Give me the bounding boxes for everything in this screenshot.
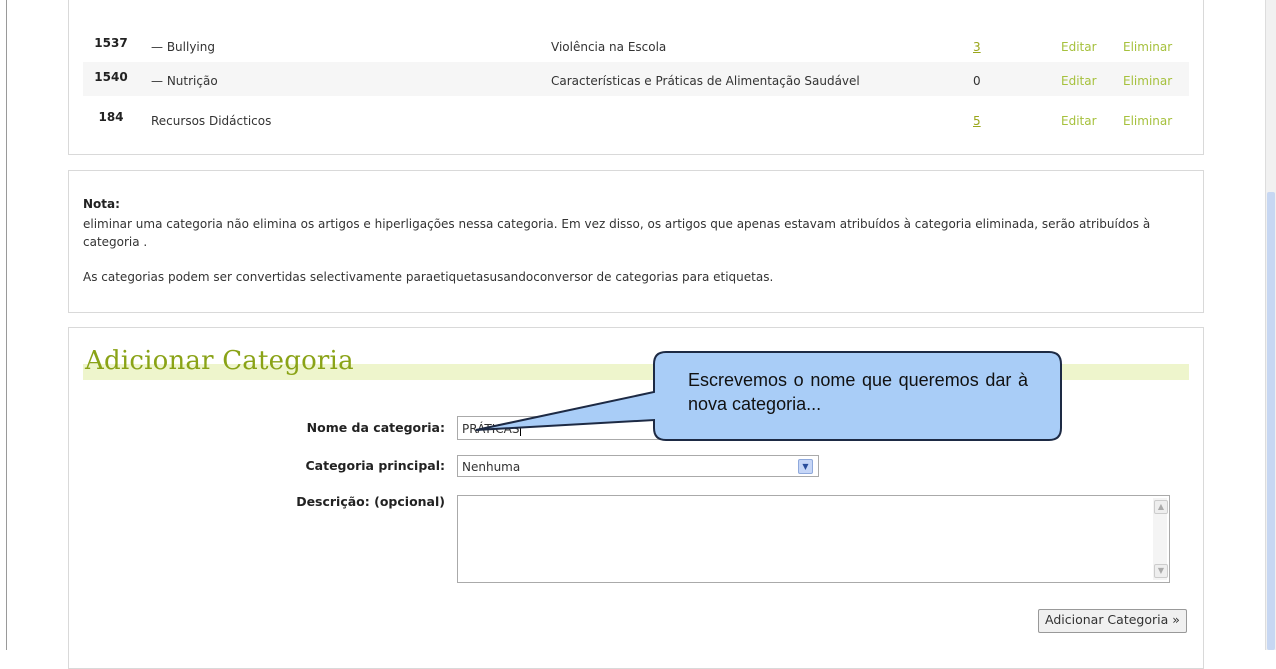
- category-description: Características e Práticas de Alimentaçã…: [551, 74, 860, 88]
- note-box: Nota: eliminar uma categoria não elimina…: [68, 170, 1204, 313]
- delete-link[interactable]: Eliminar: [1123, 74, 1172, 88]
- category-id: 1537: [94, 36, 128, 50]
- page-scrollbar[interactable]: [1265, 0, 1276, 650]
- textarea-scrollbar[interactable]: ▲ ▼: [1153, 498, 1168, 580]
- table-row-partial: [83, 0, 1189, 24]
- column-divider: [1111, 0, 1112, 24]
- parent-category-label: Categoria principal:: [305, 458, 446, 473]
- tutorial-callout: Escrevemos o nome que queremos dar à nov…: [475, 350, 1062, 441]
- table-row: 1540 — Nutrição Características e Prátic…: [83, 62, 1189, 96]
- form-title: Adicionar Categoria: [85, 346, 354, 376]
- categories-table: 1537 — Bullying Violência na Escola 3 Ed…: [68, 0, 1204, 155]
- category-name[interactable]: — Nutrição: [151, 74, 218, 88]
- page-left-border: [6, 0, 7, 650]
- category-name[interactable]: — Bullying: [151, 40, 215, 54]
- note-text: eliminar uma categoria não elimina os ar…: [83, 217, 1151, 249]
- category-post-count: 0: [973, 74, 981, 88]
- description-label: Descrição: (opcional): [296, 494, 445, 509]
- note-conversion-text: As categorias podem ser convertidas sele…: [83, 270, 774, 284]
- column-divider: [143, 0, 144, 24]
- edit-link[interactable]: Editar: [1061, 114, 1097, 128]
- parent-category-value: Nenhuma: [462, 460, 521, 474]
- parent-category-select[interactable]: Nenhuma ▼: [457, 455, 819, 477]
- table-row: 184 Recursos Didácticos 5 Editar Elimina…: [83, 102, 1189, 136]
- callout-text: Escrevemos o nome que queremos dar à nov…: [688, 370, 1028, 414]
- delete-link[interactable]: Eliminar: [1123, 40, 1172, 54]
- scrollbar-thumb[interactable]: [1267, 192, 1275, 650]
- category-post-count[interactable]: 3: [973, 40, 1003, 54]
- category-id: 184: [98, 110, 124, 124]
- chevron-down-icon[interactable]: ▼: [798, 459, 813, 474]
- category-id: 1540: [94, 70, 128, 84]
- category-description: Violência na Escola: [551, 40, 667, 54]
- add-category-button[interactable]: Adicionar Categoria »: [1038, 609, 1187, 633]
- category-name[interactable]: Recursos Didácticos: [151, 114, 271, 128]
- description-textarea[interactable]: ▲ ▼: [457, 495, 1170, 583]
- category-name-label: Nome da categoria:: [306, 420, 445, 435]
- table-row: 1537 — Bullying Violência na Escola 3 Ed…: [83, 28, 1189, 62]
- category-post-count[interactable]: 5: [973, 114, 1003, 128]
- column-divider: [949, 0, 950, 24]
- column-divider: [1047, 0, 1048, 24]
- edit-link[interactable]: Editar: [1061, 74, 1097, 88]
- scroll-up-icon[interactable]: ▲: [1154, 500, 1168, 514]
- scroll-down-icon[interactable]: ▼: [1154, 564, 1168, 578]
- note-title: Nota:: [83, 197, 120, 211]
- column-divider: [545, 0, 546, 24]
- edit-link[interactable]: Editar: [1061, 40, 1097, 54]
- delete-link[interactable]: Eliminar: [1123, 114, 1172, 128]
